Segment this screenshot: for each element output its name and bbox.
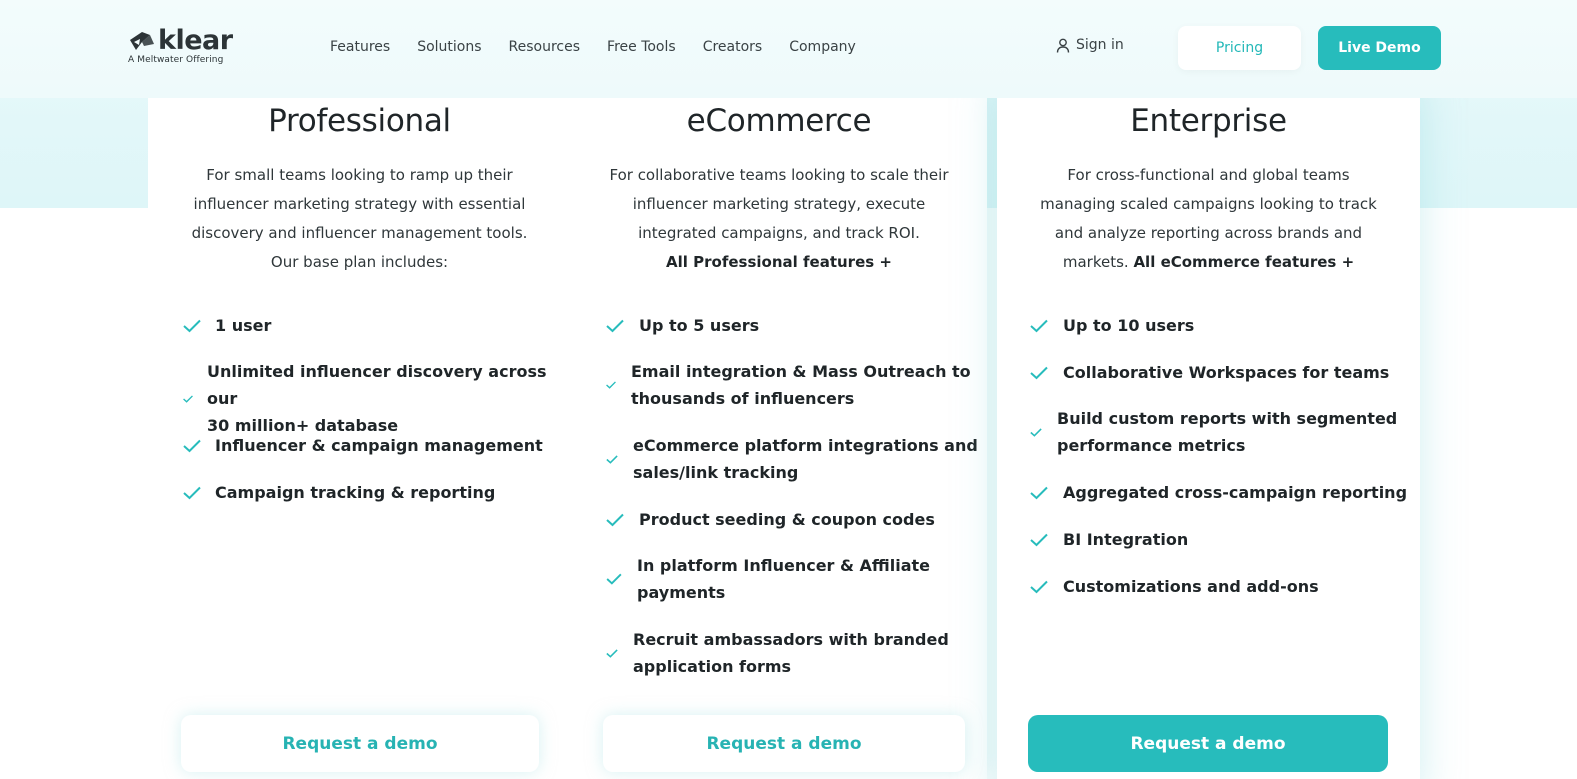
plan-description: For collaborative teams looking to scale…	[571, 161, 987, 277]
sign-in-label: Sign in	[1076, 37, 1124, 53]
feature-text: Product seeding & coupon codes	[639, 510, 935, 529]
check-icon	[606, 319, 624, 332]
nav-item-free-tools[interactable]: Free Tools	[607, 37, 676, 57]
feature-text: Aggregated cross-campaign reporting	[1063, 483, 1408, 502]
feature-item: Email integration & Mass Outreach to tho…	[606, 358, 971, 412]
feature-item: Product seeding & coupon codes	[606, 506, 935, 533]
check-icon	[1030, 427, 1042, 437]
feature-item: Campaign tracking & reporting	[183, 479, 495, 506]
user-icon	[1056, 38, 1070, 53]
check-icon	[606, 648, 618, 658]
feature-text: application forms	[633, 657, 792, 676]
feature-item: In platform Influencer & Affiliate payme…	[606, 552, 930, 606]
plan-description-line: influencer marketing strategy, execute	[632, 195, 926, 213]
feature-text: Build custom reports with segmented	[1057, 409, 1398, 428]
nav-item-creators[interactable]: Creators	[703, 37, 763, 57]
feature-item: Collaborative Workspaces for teams	[1030, 359, 1389, 386]
check-icon	[1030, 319, 1048, 332]
plan-card-ecommerce: eCommerce For collaborative teams lookin…	[571, 73, 987, 779]
feature-item: Up to 5 users	[606, 312, 759, 339]
live-demo-button[interactable]: Live Demo	[1318, 26, 1441, 70]
nav-item-solutions[interactable]: Solutions	[417, 37, 481, 57]
check-icon	[183, 319, 201, 332]
feature-text: Campaign tracking & reporting	[215, 483, 496, 502]
request-demo-button-professional[interactable]: Request a demo	[181, 715, 539, 772]
feature-text: eCommerce platform integrations and	[633, 436, 978, 455]
feature-text: thousands of influencers	[631, 389, 855, 408]
plan-description-line: For collaborative teams looking to scale…	[609, 166, 949, 184]
plan-card-professional: Professional For small teams looking to …	[148, 73, 571, 779]
feature-text: sales/link tracking	[633, 463, 799, 482]
feature-text: Collaborative Workspaces for teams	[1063, 363, 1390, 382]
plan-description-line: Our base plan includes:	[270, 253, 449, 271]
plan-description-line: markets.	[1062, 253, 1134, 271]
site-header: klear A Meltwater Offering Features Solu…	[0, 0, 1577, 98]
check-icon	[606, 454, 618, 464]
feature-item: Influencer & campaign management	[183, 432, 543, 459]
feature-text: Email integration & Mass Outreach to	[631, 362, 971, 381]
feature-text: payments	[637, 583, 726, 602]
check-icon	[1030, 580, 1048, 593]
plan-description-bold: All Professional features +	[666, 253, 892, 271]
check-icon	[183, 394, 193, 403]
check-icon	[1030, 533, 1048, 546]
plan-description: For small teams looking to ramp up their…	[148, 161, 571, 277]
plan-description-bold: All eCommerce features +	[1133, 253, 1355, 271]
plan-title: eCommerce	[686, 103, 872, 139]
sign-in-link[interactable]: Sign in	[1056, 37, 1124, 53]
plan-description-line: influencer marketing strategy with essen…	[193, 195, 526, 213]
plan-description-line: discovery and influencer management tool…	[191, 224, 528, 242]
check-icon	[1030, 366, 1048, 379]
brand-tagline: A Meltwater Offering	[128, 55, 224, 65]
check-icon	[606, 573, 622, 585]
feature-text: Customizations and add-ons	[1063, 577, 1319, 596]
feature-item: Customizations and add-ons	[1030, 573, 1319, 600]
nav-item-features[interactable]: Features	[330, 37, 390, 57]
feature-item: 1 user	[183, 312, 271, 339]
feature-item: Unlimited influencer discovery across ou…	[183, 358, 571, 439]
check-icon	[1030, 486, 1048, 499]
feature-text: Recruit ambassadors with branded	[633, 630, 949, 649]
plan-description-line: integrated campaigns, and track ROI.	[638, 224, 920, 242]
klear-logo-icon	[130, 32, 154, 50]
feature-item: eCommerce platform integrations and sale…	[606, 432, 978, 486]
pricing-button[interactable]: Pricing	[1178, 26, 1301, 70]
feature-item: Build custom reports with segmented perf…	[1030, 405, 1397, 459]
plan-description: For cross-functional and global teams ma…	[997, 161, 1420, 277]
brand-logo[interactable]: klear A Meltwater Offering	[128, 25, 233, 65]
plan-title: Professional	[268, 103, 451, 139]
main-nav: Features Solutions Resources Free Tools …	[330, 37, 883, 57]
check-icon	[606, 513, 624, 526]
check-icon	[606, 381, 616, 389]
plan-description-line: managing scaled campaigns looking to tra…	[1040, 195, 1377, 213]
plan-description-line: For small teams looking to ramp up their	[206, 166, 513, 184]
nav-item-resources[interactable]: Resources	[509, 37, 581, 57]
feature-text: In platform Influencer & Affiliate	[637, 556, 931, 575]
check-icon	[183, 486, 201, 499]
feature-item: BI Integration	[1030, 526, 1188, 553]
feature-item: Aggregated cross-campaign reporting	[1030, 479, 1407, 506]
feature-item: Recruit ambassadors with branded applica…	[606, 626, 949, 680]
feature-text: Up to 10 users	[1063, 316, 1195, 335]
request-demo-button-enterprise[interactable]: Request a demo	[1028, 715, 1388, 772]
feature-text: Up to 5 users	[639, 316, 760, 335]
nav-item-company[interactable]: Company	[789, 37, 856, 57]
plan-description-line: For cross-functional and global teams	[1067, 166, 1350, 184]
feature-text: Influencer & campaign management	[215, 436, 543, 455]
plan-title: Enterprise	[1130, 103, 1287, 139]
feature-text: performance metrics	[1057, 436, 1246, 455]
brand-name: klear	[158, 25, 233, 56]
feature-text: 1 user	[215, 316, 272, 335]
feature-text: Unlimited influencer discovery across ou…	[207, 362, 547, 408]
request-demo-button-ecommerce[interactable]: Request a demo	[603, 715, 965, 772]
feature-item: Up to 10 users	[1030, 312, 1194, 339]
feature-text: BI Integration	[1063, 530, 1189, 549]
plan-description-line: and analyze reporting across brands and	[1054, 224, 1363, 242]
plan-card-enterprise: Enterprise For cross-functional and glob…	[997, 80, 1420, 779]
check-icon	[183, 439, 201, 452]
